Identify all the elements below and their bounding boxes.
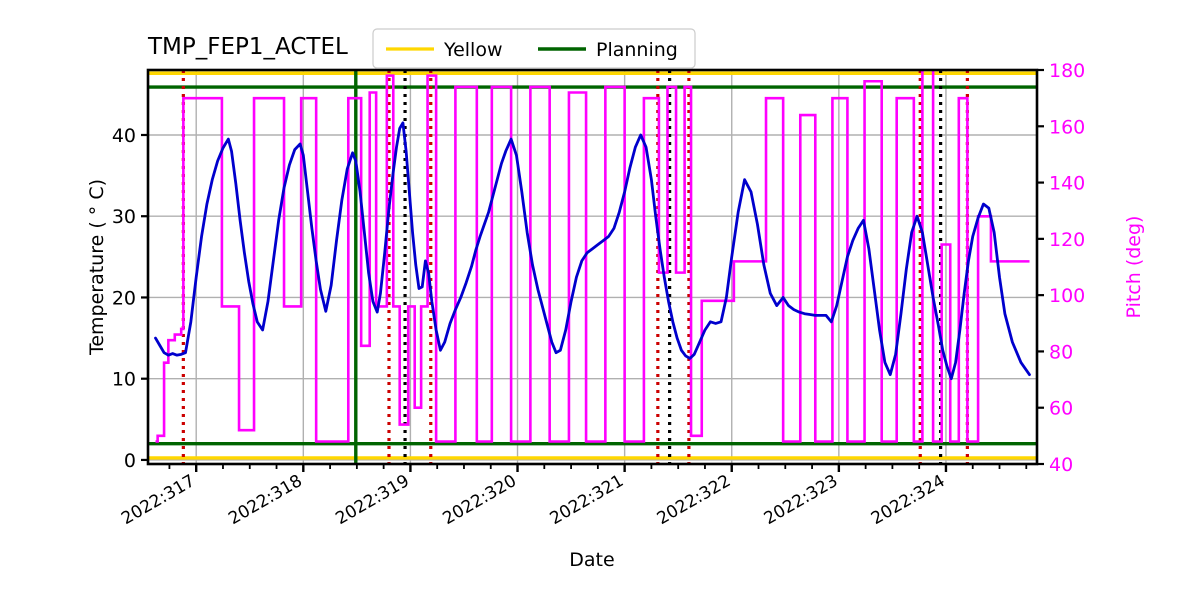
chart-figure: 0 10 20 30 40 40 60 80 100 120 140 160 180 2022:317… xyxy=(0,0,1200,600)
y-tick-label-left: 10 xyxy=(112,369,136,391)
y-tick-label-left: 30 xyxy=(112,206,136,228)
y-tick-label-right: 80 xyxy=(1049,341,1073,363)
y-tick-label-right: 180 xyxy=(1049,60,1085,82)
plot-area-background xyxy=(148,70,1037,464)
legend-label-yellow: Yellow xyxy=(443,39,503,61)
y-tick-label-right: 60 xyxy=(1049,398,1073,420)
y-axis-right-title: Pitch (deg) xyxy=(1123,216,1145,319)
y-tick-label-right: 100 xyxy=(1049,285,1085,307)
page-title: TMP_FEP1_ACTEL xyxy=(147,34,348,60)
chart-svg: 010203040 406080100120140160180 2022:317… xyxy=(0,0,1200,600)
y-tick-label-right: 160 xyxy=(1049,116,1085,138)
y-tick-label-right: 40 xyxy=(1049,454,1073,476)
y-tick-label-left: 20 xyxy=(112,287,136,309)
y-tick-label-left: 40 xyxy=(112,125,136,147)
y-tick-label-right: 120 xyxy=(1049,229,1085,251)
y-tick-label-right: 140 xyxy=(1049,173,1085,195)
y-tick-label-left: 0 xyxy=(124,450,136,472)
legend: Yellow Planning xyxy=(372,28,696,69)
x-axis-title: Date xyxy=(569,549,614,571)
y-axis-left-title: Temperature ( ° C) xyxy=(86,179,108,356)
legend-label-planning: Planning xyxy=(596,39,678,61)
